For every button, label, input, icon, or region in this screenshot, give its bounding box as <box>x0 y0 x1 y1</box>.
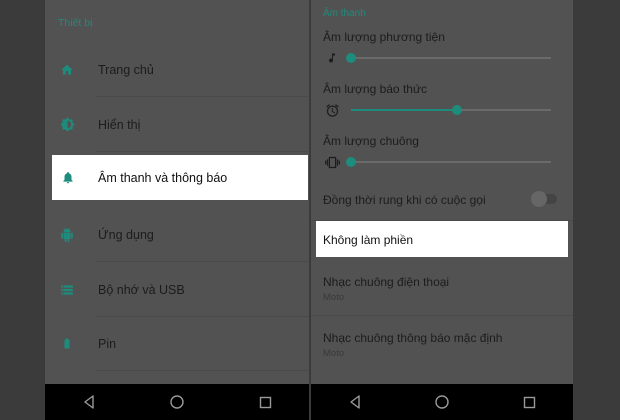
navigation-bar-left <box>45 384 309 420</box>
sound-settings-screen: Âm thanh Âm lượng phương tiện Âm lượng b… <box>311 0 573 420</box>
media-volume-label: Âm lượng phương tiện <box>323 30 445 44</box>
alarm-volume-thumb[interactable] <box>452 105 462 115</box>
settings-item-display[interactable]: Hiển thị <box>45 97 309 152</box>
settings-item-label: Hiển thị <box>98 117 141 132</box>
ringtone-value: Moto <box>323 292 345 303</box>
settings-item-home[interactable]: Trang chủ <box>45 42 309 97</box>
do-not-disturb-row[interactable]: Không làm phiền <box>316 221 568 257</box>
home-circle-icon[interactable] <box>162 387 192 417</box>
settings-screen: Thiết bị Trang chủ Hiển thị Ứng dụng Bộ … <box>45 0 309 420</box>
settings-item-sound-notifications[interactable]: Âm thanh và thông báo <box>52 155 308 200</box>
recents-icon[interactable] <box>250 387 280 417</box>
settings-item-storage[interactable]: Bộ nhớ và USB <box>45 262 309 317</box>
settings-item-label: Ứng dụng <box>98 227 154 242</box>
settings-item-label: Âm thanh và thông báo <box>98 170 228 185</box>
toggle-knob <box>531 191 547 207</box>
vibrate-icon <box>323 153 341 171</box>
ringer-volume-thumb[interactable] <box>346 157 356 167</box>
ringer-volume-slider[interactable] <box>346 157 551 167</box>
music-note-icon <box>323 49 341 67</box>
notification-sound-label: Nhạc chuông thông báo mặc định <box>323 331 503 345</box>
settings-item-label: Bộ nhớ và USB <box>98 282 185 297</box>
settings-item-battery[interactable]: Pin <box>45 316 309 371</box>
navigation-bar-right <box>311 384 573 420</box>
notification-sound-row[interactable]: Nhạc chuông thông báo mặc định Moto <box>311 316 573 376</box>
media-volume-slider[interactable] <box>346 53 551 63</box>
android-icon <box>45 207 87 262</box>
do-not-disturb-label: Không làm phiền <box>323 233 414 247</box>
media-volume-thumb[interactable] <box>346 53 356 63</box>
battery-icon <box>45 316 87 371</box>
back-icon[interactable] <box>340 387 370 417</box>
alarm-volume-slider[interactable] <box>351 105 551 115</box>
alarm-clock-icon <box>323 101 341 119</box>
storage-icon <box>45 262 87 317</box>
settings-item-apps[interactable]: Ứng dụng <box>45 207 309 262</box>
vibrate-on-call-label: Đồng thời rung khi có cuộc gọi <box>323 193 486 207</box>
vibrate-on-call-toggle[interactable] <box>531 191 557 207</box>
ringtone-row[interactable]: Nhạc chuông điện thoại Moto <box>311 262 573 316</box>
ringer-volume-label: Âm lượng chuông <box>323 134 419 148</box>
settings-item-label: Pin <box>98 336 117 351</box>
settings-item-label: Trang chủ <box>98 62 154 77</box>
notification-sound-value: Moto <box>323 348 345 359</box>
home-icon <box>45 42 87 97</box>
brightness-icon <box>45 97 87 152</box>
bell-icon <box>52 155 82 200</box>
back-icon[interactable] <box>74 387 104 417</box>
alarm-volume-label: Âm lượng báo thức <box>323 82 427 96</box>
recents-icon[interactable] <box>514 387 544 417</box>
alarm-volume-fill <box>351 109 457 111</box>
ringtone-label: Nhạc chuông điện thoại <box>323 275 450 289</box>
section-header-sound: Âm thanh <box>323 8 366 19</box>
section-header-device: Thiết bị <box>58 17 93 29</box>
home-circle-icon[interactable] <box>427 387 457 417</box>
